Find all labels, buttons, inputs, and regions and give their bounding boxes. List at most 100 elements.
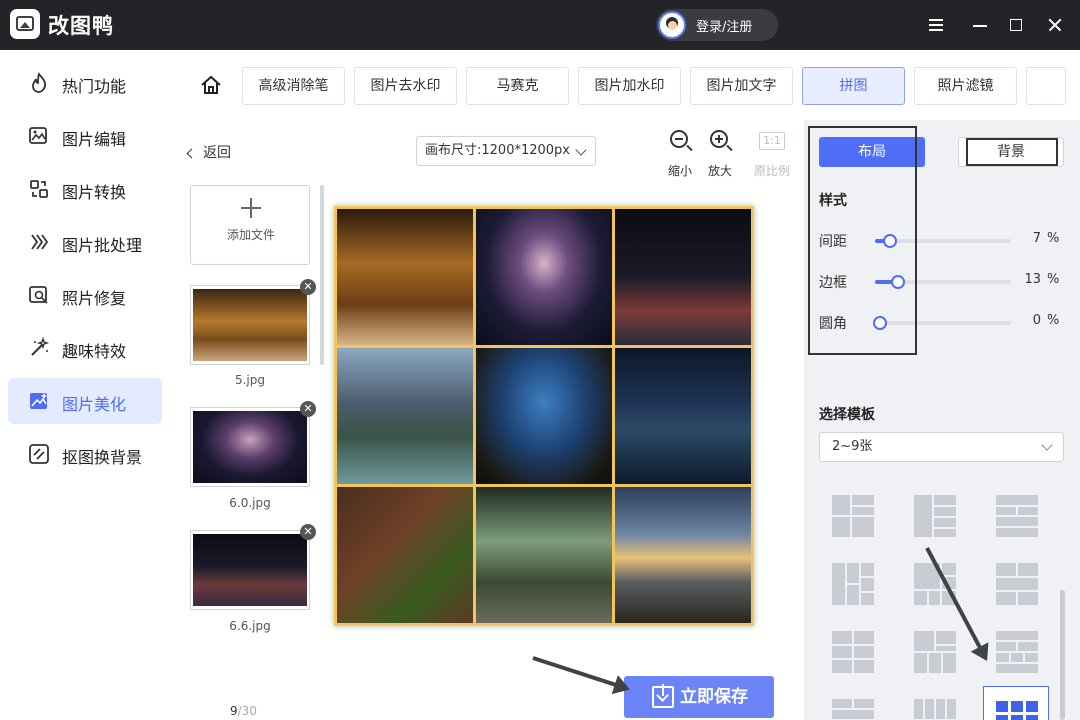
- flame-icon: [32, 72, 47, 93]
- close-icon[interactable]: [1043, 13, 1067, 37]
- thumbnail-image: [193, 534, 307, 606]
- tool-tab-bar: 高级消除笔 图片去水印 马赛克 图片加水印 图片加文字 拼图 照片滤镜: [170, 50, 1080, 120]
- file-count-current: 9: [230, 704, 238, 718]
- slider-unit: %: [1047, 231, 1060, 246]
- slider-unit: %: [1047, 313, 1060, 328]
- sidebar-item-beautify[interactable]: 图片美化: [8, 378, 162, 424]
- login-button[interactable]: 登录/注册: [656, 9, 778, 41]
- magic-wand-icon: [31, 337, 50, 356]
- template-option[interactable]: [914, 699, 956, 720]
- canvas-size-select[interactable]: 画布尺寸:1200*1200px: [416, 136, 596, 166]
- template-option[interactable]: [832, 495, 874, 537]
- tab-filter[interactable]: 照片滤镜: [914, 67, 1017, 105]
- save-label: 立即保存: [680, 687, 748, 707]
- ratio-label: 原比例: [754, 164, 791, 178]
- tab-add-text[interactable]: 图片加文字: [690, 67, 793, 105]
- collage-cell[interactable]: [476, 487, 612, 623]
- collage-cell[interactable]: [337, 209, 473, 345]
- zoom-out-button[interactable]: 缩小: [662, 130, 698, 180]
- sidebar-item-label: 图片转换: [62, 183, 127, 202]
- template-option[interactable]: [996, 563, 1038, 605]
- sidebar-item-label: 趣味特效: [62, 342, 127, 361]
- remove-file-icon[interactable]: ✕: [300, 279, 316, 295]
- tab-eraser[interactable]: 高级消除笔: [242, 67, 345, 105]
- remove-file-icon[interactable]: ✕: [300, 401, 316, 417]
- template-option[interactable]: [914, 495, 956, 537]
- sidebar-item-label: 图片编辑: [62, 130, 127, 149]
- file-thumbnail[interactable]: ✕: [190, 401, 316, 487]
- collage-canvas: [334, 206, 754, 626]
- file-thumbnail[interactable]: ✕: [190, 279, 316, 365]
- collage-cell[interactable]: [615, 487, 751, 623]
- file-thumbnail[interactable]: ✕: [190, 524, 316, 610]
- original-ratio-button[interactable]: 1:1 原比例: [754, 130, 790, 180]
- login-label: 登录/注册: [696, 20, 753, 35]
- photo-repair-icon: [29, 286, 48, 304]
- zoom-out-label: 缩小: [667, 164, 692, 178]
- template-count-select[interactable]: 2~9张: [819, 432, 1064, 462]
- canvas-size-label: 画布尺寸:1200*1200px: [425, 143, 570, 158]
- template-option[interactable]: [832, 699, 874, 720]
- batch-icon: [31, 234, 49, 250]
- template-option[interactable]: [996, 495, 1038, 537]
- template-option[interactable]: [832, 631, 874, 673]
- file-count-total: /30: [237, 704, 257, 718]
- add-file-button[interactable]: 添加文件: [190, 185, 310, 265]
- download-icon: [652, 684, 674, 708]
- template-select-value: 2~9张: [832, 439, 873, 454]
- minimize-icon[interactable]: [968, 13, 992, 37]
- panel-scrollbar[interactable]: [1060, 590, 1065, 720]
- app-logo-icon: [10, 9, 40, 39]
- template-option[interactable]: [914, 563, 956, 605]
- zoom-in-icon: [710, 130, 728, 148]
- sidebar-item-edit[interactable]: 图片编辑: [8, 113, 162, 159]
- sidebar-item-effects[interactable]: 趣味特效: [8, 325, 162, 371]
- slider-value: 13: [1024, 272, 1041, 287]
- file-name: 6.6.jpg: [229, 619, 271, 633]
- file-count: 9/30: [230, 704, 257, 718]
- zoom-in-label: 放大: [707, 164, 732, 178]
- tab-collage[interactable]: 拼图: [802, 67, 905, 105]
- chevron-down-icon: [575, 144, 587, 156]
- template-option-selected[interactable]: [983, 686, 1049, 720]
- sidebar-item-label: 照片修复: [62, 289, 127, 308]
- tab-add-watermark[interactable]: 图片加水印: [578, 67, 681, 105]
- sidebar-item-convert[interactable]: 图片转换: [8, 166, 162, 212]
- cutout-icon: [29, 444, 49, 464]
- sidebar-item-batch[interactable]: 图片批处理: [8, 219, 162, 265]
- back-button[interactable]: 返回: [186, 142, 231, 162]
- sidebar-item-cutout[interactable]: 抠图换背景: [8, 431, 162, 477]
- slider-value: 7: [1032, 231, 1041, 246]
- save-now-button[interactable]: 立即保存: [624, 676, 774, 718]
- menu-icon[interactable]: [924, 13, 948, 37]
- back-label: 返回: [203, 145, 231, 161]
- sidebar-item-label: 图片批处理: [62, 236, 143, 255]
- template-option[interactable]: [832, 563, 874, 605]
- sidebar-item-repair[interactable]: 照片修复: [8, 272, 162, 318]
- add-file-label: 添加文件: [226, 228, 275, 242]
- file-name: 6.0.jpg: [229, 496, 271, 510]
- zoom-in-button[interactable]: 放大: [702, 130, 738, 180]
- ratio-icon: 1:1: [759, 132, 785, 150]
- annotation-highlight-box: [966, 138, 1058, 166]
- beautify-icon: [30, 393, 47, 409]
- home-icon[interactable]: [200, 74, 222, 96]
- collage-cell[interactable]: [615, 348, 751, 484]
- maximize-icon[interactable]: [1004, 13, 1028, 37]
- template-option[interactable]: [996, 631, 1038, 673]
- collage-cell[interactable]: [476, 209, 612, 345]
- sidebar-item-hot[interactable]: 热门功能: [8, 60, 162, 106]
- file-list-scrollbar[interactable]: [320, 185, 324, 365]
- remove-file-icon[interactable]: ✕: [300, 524, 316, 540]
- template-option[interactable]: [914, 631, 956, 673]
- collage-cell[interactable]: [337, 487, 473, 623]
- sidebar-item-label: 热门功能: [62, 77, 127, 96]
- tab-mosaic[interactable]: 马赛克: [466, 67, 569, 105]
- tab-remove-watermark[interactable]: 图片去水印: [354, 67, 457, 105]
- tab-more[interactable]: [1026, 67, 1066, 105]
- collage-cell[interactable]: [615, 209, 751, 345]
- collage-cell[interactable]: [337, 348, 473, 484]
- title-bar: 改图鸭 登录/注册: [0, 0, 1080, 50]
- collage-cell[interactable]: [476, 348, 612, 484]
- thumbnail-image: [193, 411, 307, 483]
